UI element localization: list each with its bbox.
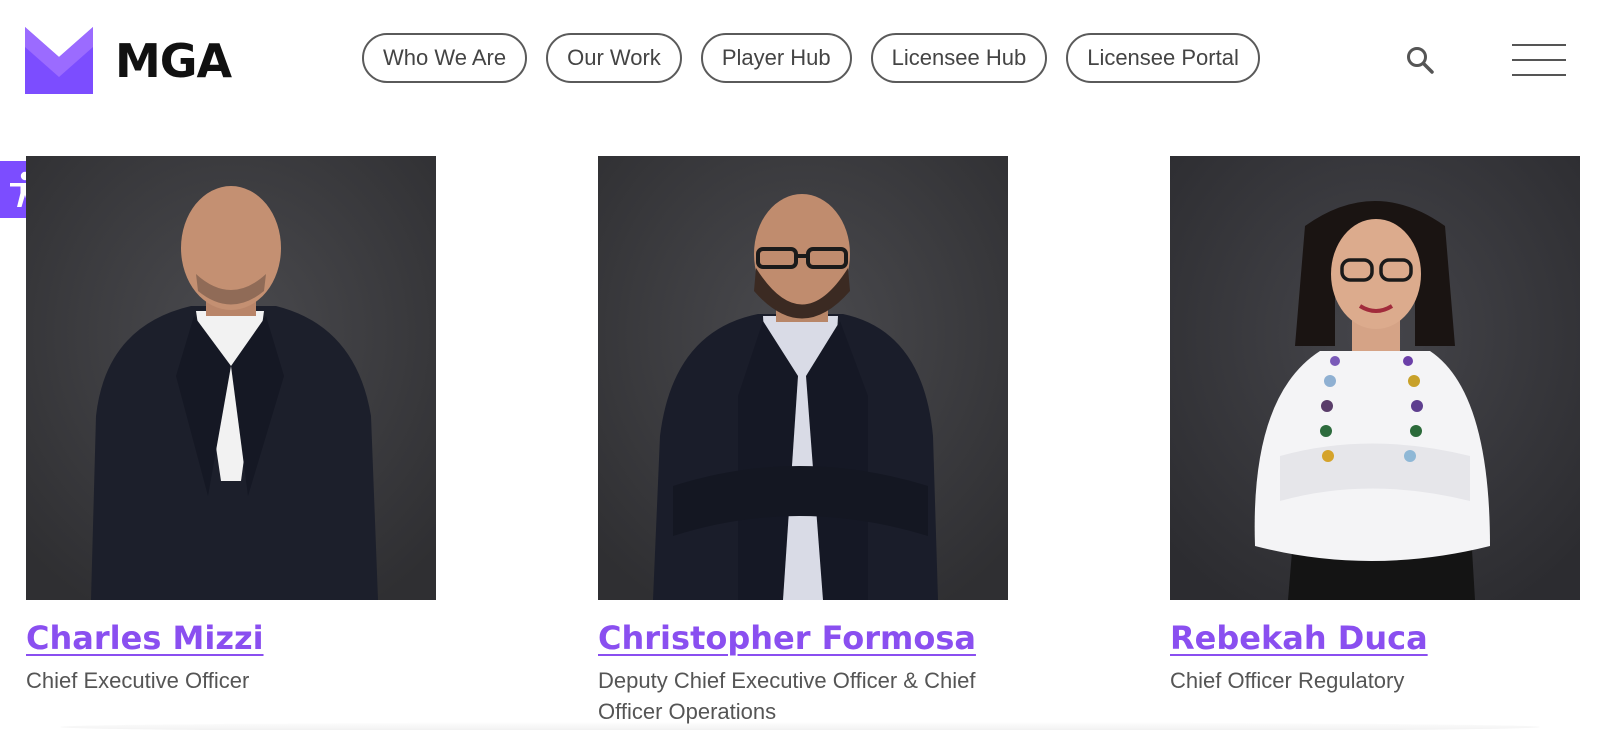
main-nav: Who We Are Our Work Player Hub Licensee … (362, 33, 1260, 83)
team-member-name[interactable]: Rebekah Duca (1170, 619, 1428, 657)
search-icon (1407, 47, 1434, 74)
page: MGA Who We Are Our Work Player Hub Licen… (0, 0, 1600, 730)
nav-licensee-hub[interactable]: Licensee Hub (870, 33, 1048, 83)
mga-logo-mark-icon (25, 27, 93, 94)
brand-name: MGA (115, 33, 232, 88)
nav-licensee-portal[interactable]: Licensee Portal (1066, 33, 1260, 83)
portrait-photo (598, 156, 1008, 600)
portrait-photo (26, 156, 436, 600)
nav-our-work[interactable]: Our Work (546, 33, 682, 83)
portrait-image (26, 156, 436, 600)
nav-player-hub[interactable]: Player Hub (700, 33, 852, 83)
mga-logo[interactable]: MGA (25, 27, 232, 94)
team-member-name[interactable]: Christopher Formosa (598, 619, 976, 657)
portrait-image (1170, 156, 1580, 600)
team-card: Rebekah Duca Chief Officer Regulatory (1170, 156, 1580, 696)
team-member-name[interactable]: Charles Mizzi (26, 619, 264, 657)
team-member-role: Chief Executive Officer (26, 668, 250, 694)
nav-who-we-are[interactable]: Who We Are (362, 33, 528, 83)
team-card: Charles Mizzi Chief Executive Officer (26, 156, 436, 696)
team-member-role: Deputy Chief Executive Officer & Chief O… (598, 668, 976, 725)
hamburger-menu-icon (1512, 59, 1566, 61)
hamburger-menu-icon (1512, 44, 1566, 46)
portrait-photo (1170, 156, 1580, 600)
section-divider-shadow (60, 722, 1540, 730)
portrait-image (598, 156, 1008, 600)
team-card: Christopher Formosa Deputy Chief Executi… (598, 156, 1008, 727)
team-member-role: Chief Officer Regulatory (1170, 668, 1405, 694)
hamburger-menu-icon (1512, 74, 1566, 76)
search-button[interactable] (1405, 45, 1437, 77)
hamburger-menu-button[interactable] (1512, 44, 1566, 78)
